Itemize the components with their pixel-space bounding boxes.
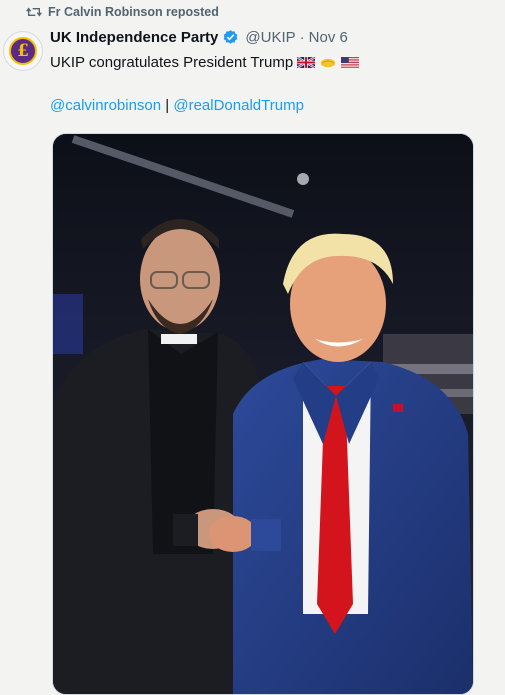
dot-separator: · bbox=[299, 29, 305, 46]
handle[interactable]: @UKIP bbox=[245, 29, 295, 46]
repost-indicator[interactable]: Fr Calvin Robinson reposted bbox=[26, 5, 219, 19]
handshake-icon bbox=[320, 58, 336, 68]
repost-text[interactable]: Fr Calvin Robinson reposted bbox=[48, 5, 219, 19]
mention-link-calvinrobinson[interactable]: @calvinrobinson bbox=[50, 97, 161, 114]
photo-illustration bbox=[53, 134, 473, 694]
verified-badge-icon[interactable] bbox=[222, 29, 239, 46]
stage-light bbox=[297, 173, 309, 185]
mention-link-realdonaldtrump[interactable]: @realDonaldTrump bbox=[173, 97, 304, 114]
repost-icon bbox=[26, 7, 42, 17]
tweet-header: UK Independence Party @UKIP · Nov 6 bbox=[50, 29, 348, 46]
mention-line: @calvinrobinson | @realDonaldTrump bbox=[50, 97, 304, 114]
tweet-date[interactable]: Nov 6 bbox=[309, 29, 348, 46]
us-flag-icon bbox=[341, 57, 360, 68]
display-name[interactable]: UK Independence Party bbox=[50, 29, 218, 46]
avatar[interactable]: £ bbox=[3, 31, 43, 71]
uk-flag-icon bbox=[297, 56, 316, 69]
ukip-logo: £ bbox=[9, 37, 37, 65]
tweet-body: UKIP congratulates President Trump bbox=[50, 54, 360, 71]
background-screen bbox=[53, 294, 83, 354]
tweet-text: UKIP congratulates President Trump bbox=[50, 54, 294, 71]
mention-separator: | bbox=[161, 97, 174, 114]
tweet-photo[interactable] bbox=[52, 133, 474, 695]
